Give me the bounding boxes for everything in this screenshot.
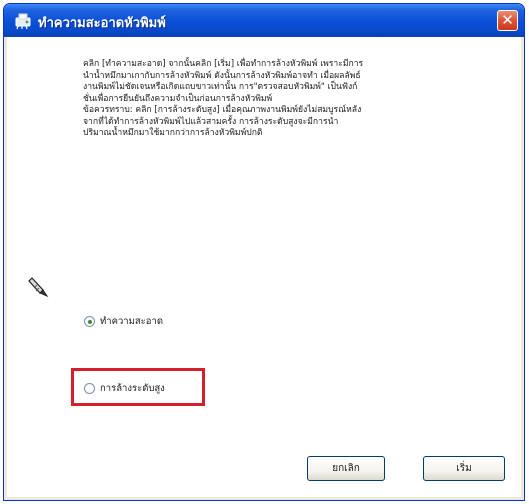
instruction-line: งานพิมพ์ไม่ชัดเจนหรือเกิดแถบขาวเท่านั้น …	[83, 82, 358, 92]
close-icon: ✕	[501, 11, 514, 29]
clean-option-label: ทำความสะอาด	[100, 316, 163, 327]
clean-option[interactable]: ทำความสะอาด	[84, 314, 163, 329]
nozzle-pen-icon	[28, 277, 49, 298]
window-title: ทำความสะอาดหัวพิมพ์	[38, 16, 166, 31]
instruction-line: ข้อควรทราบ: คลิก [การล้างระดับสูง] เมื่อ…	[83, 105, 362, 115]
instruction-line: ปริมาณน้ำหมึกมาใช้มากกว่าการล้างหัวพิมพ์…	[83, 128, 263, 138]
power-cleaning-label: การล้างระดับสูง	[100, 383, 165, 394]
cancel-button[interactable]: ยกเลิก	[307, 456, 385, 481]
instruction-line: ชั่นเพื่อการยืนยันถึงความจำเป็นก่อนการล้…	[83, 93, 273, 104]
printer-head-icon	[15, 13, 31, 30]
instruction-line: จากที่ได้ทำการล้างหัวพิมพ์ไปแล้วสามครั้ง…	[83, 116, 339, 127]
power-cleaning-option[interactable]: การล้างระดับสูง	[84, 381, 165, 396]
close-button[interactable]: ✕	[497, 10, 518, 31]
power-cleaning-radio[interactable]	[84, 383, 95, 394]
dialog-body: คลิก [ทำความสะอาด] จากนั้นคลิก [เริ่ม] เ…	[7, 37, 521, 497]
start-button[interactable]: เริ่ม	[423, 456, 505, 481]
instruction-line: คลิก [ทำความสะอาด] จากนั้นคลิก [เริ่ม] เ…	[83, 59, 364, 69]
clean-radio[interactable]	[84, 316, 95, 327]
instructions-text: คลิก [ทำความสะอาด] จากนั้นคลิก [เริ่ม] เ…	[83, 59, 498, 140]
instruction-line: นำน้ำหมึกมาเกากับการล้างหัวพิมพ์ ดังนั้น…	[83, 70, 361, 81]
title-bar[interactable]: ทำความสะอาดหัวพิมพ์ ✕	[4, 4, 524, 37]
cleaning-dialog: ทำความสะอาดหัวพิมพ์ ✕ คลิก [ทำความสะอาด]…	[3, 3, 525, 501]
